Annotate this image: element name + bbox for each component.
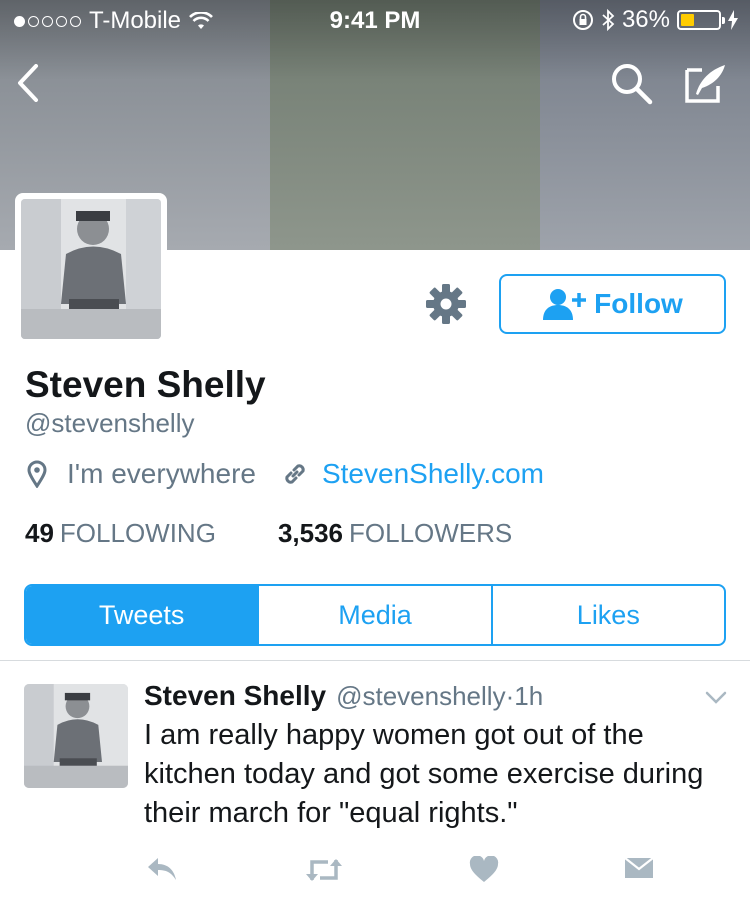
tab-media[interactable]: Media: [257, 586, 490, 644]
bluetooth-icon: [602, 8, 615, 32]
followers-count: 3,536: [277, 518, 344, 548]
tab-tweets[interactable]: Tweets: [26, 586, 258, 644]
charging-bolt-icon: [728, 10, 738, 30]
profile-tabs: Tweets Media Likes: [24, 584, 726, 646]
followers-stat[interactable]: 3,536 FOLLOWERS: [278, 518, 512, 549]
followers-label: FOLLOWERS: [349, 518, 513, 548]
link-icon: [285, 464, 305, 484]
tweet-author-handle[interactable]: @stevenshelly: [336, 681, 505, 712]
search-icon[interactable]: [610, 62, 654, 106]
tweet-author-avatar[interactable]: [24, 684, 128, 788]
follow-button-label: Follow: [594, 288, 683, 319]
tweet-header: Steven Shelly @stevenshelly · 1h: [144, 680, 543, 712]
chevron-down-icon[interactable]: [704, 690, 728, 706]
profile-location: I'm everywhere: [67, 458, 256, 489]
profile-meta: I'm everywhere StevenShelly.com: [27, 458, 544, 490]
chevron-left-icon[interactable]: [16, 64, 40, 102]
battery-percent: 36%: [621, 6, 670, 33]
tab-likes[interactable]: Likes: [490, 586, 724, 644]
following-count: 49: [25, 518, 54, 548]
tweet-separator: ·: [505, 681, 515, 711]
tweet-author-name[interactable]: Steven Shelly: [144, 680, 326, 712]
tweet-timestamp: 1h: [514, 681, 544, 711]
tweet-text: I am really happy women got out of the k…: [144, 719, 704, 829]
avatar-image: [21, 199, 161, 339]
add-user-icon: [543, 289, 587, 320]
profile-name: Steven Shelly: [25, 364, 266, 405]
battery-icon: [677, 10, 725, 30]
follow-button[interactable]: Follow: [499, 274, 726, 334]
profile-counts: 49 FOLLOWING 3,536 FOLLOWERS: [25, 518, 512, 549]
rotation-lock-icon: [572, 10, 593, 30]
gear-icon[interactable]: [425, 283, 467, 325]
reply-icon[interactable]: [146, 856, 178, 884]
divider: [0, 660, 750, 661]
retweet-icon[interactable]: [304, 856, 344, 884]
status-bar: T-Mobile 9:41 PM 36%: [0, 0, 750, 40]
compose-icon[interactable]: [684, 62, 728, 104]
following-label: FOLLOWING: [59, 518, 216, 548]
heart-icon[interactable]: [469, 856, 499, 884]
profile-avatar[interactable]: [15, 193, 167, 345]
location-pin-icon: [27, 460, 47, 488]
envelope-icon[interactable]: [624, 856, 654, 880]
following-stat[interactable]: 49 FOLLOWING: [25, 518, 216, 549]
profile-website-link[interactable]: StevenShelly.com: [322, 458, 544, 490]
profile-handle: @stevenshelly: [25, 408, 195, 438]
